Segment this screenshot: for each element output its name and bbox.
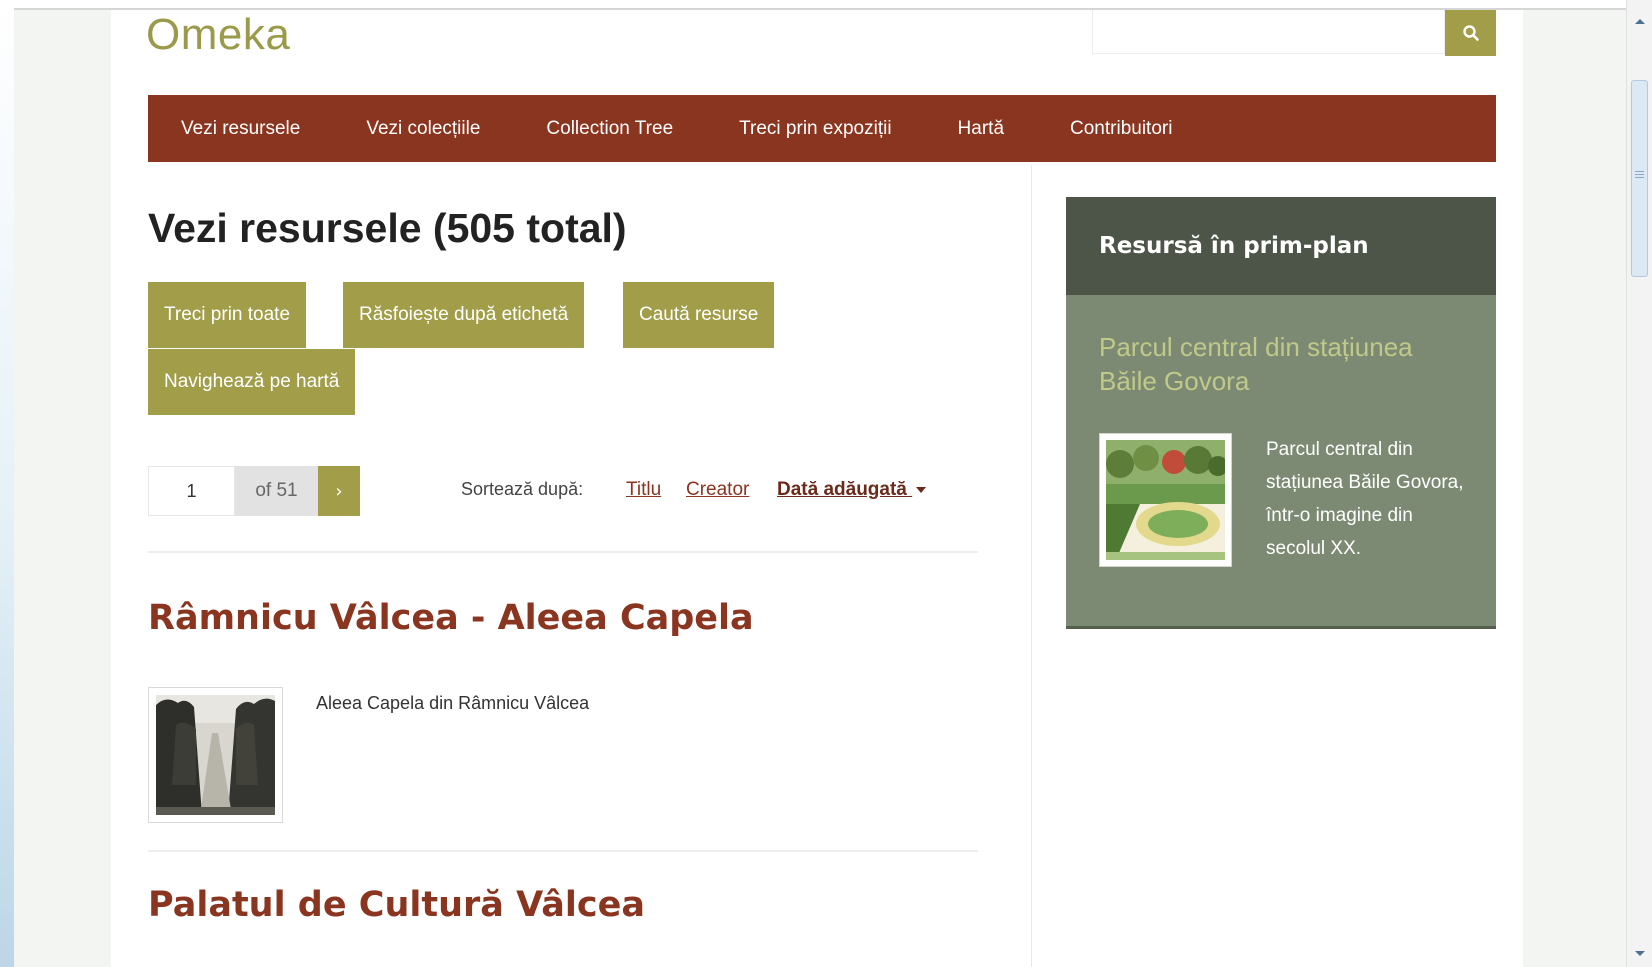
alley-photo-image <box>156 695 275 815</box>
nav-item-browse-collections[interactable]: Vezi colecțiile <box>366 118 480 140</box>
park-postcard-image <box>1106 440 1228 560</box>
item-description: Aleea Capela din Râmnicu Vâlcea <box>316 693 590 713</box>
page-title: Vezi resursele (505 total) <box>148 205 627 251</box>
vertical-scrollbar[interactable] <box>1626 0 1652 967</box>
site-logo[interactable]: Omeka <box>146 10 290 60</box>
sort-by-date-added-link[interactable]: Dată adăugată <box>777 479 927 501</box>
featured-item-thumbnail[interactable] <box>1099 433 1232 567</box>
item-title-link[interactable]: Palatul de Cultură Vâlcea <box>148 885 645 925</box>
nav-item-contributors[interactable]: Contribuitori <box>1070 118 1172 140</box>
main-nav: Vezi resursele Vezi colecțiile Collectio… <box>148 95 1496 162</box>
divider <box>148 551 978 553</box>
featured-item-panel: Resursă în prim-plan Parcul central din … <box>1066 197 1496 629</box>
divider <box>148 850 978 852</box>
search-icon <box>1462 25 1479 41</box>
nav-item-exhibits[interactable]: Treci prin expoziții <box>739 118 891 140</box>
search-button[interactable] <box>1445 10 1496 56</box>
scroll-down-arrow-icon[interactable] <box>1632 947 1648 961</box>
sort-active-label: Dată adăugată <box>777 479 907 500</box>
caret-down-icon <box>916 486 927 493</box>
page-count-label: of 51 <box>235 466 318 516</box>
nav-item-map[interactable]: Hartă <box>958 118 1004 140</box>
browse-map-button[interactable]: Navighează pe hartă <box>148 349 356 415</box>
search-items-button[interactable]: Caută resurse <box>623 282 775 348</box>
item-title-link[interactable]: Râmnicu Vâlcea - Aleea Capela <box>148 598 754 638</box>
scrollbar-thumb[interactable] <box>1631 80 1648 277</box>
scroll-up-arrow-icon[interactable] <box>1632 14 1648 28</box>
chevron-right-icon: › <box>335 480 343 502</box>
column-divider <box>1031 165 1032 967</box>
page-number-value: 1 <box>186 480 197 501</box>
featured-item-heading: Resursă în prim-plan <box>1066 197 1496 295</box>
nav-item-browse-items[interactable]: Vezi resursele <box>181 118 300 140</box>
featured-item-description: Parcul central din stațiunea Băile Govor… <box>1266 439 1464 559</box>
window-left-edge <box>0 0 14 967</box>
browse-all-button[interactable]: Treci prin toate <box>148 282 307 348</box>
sort-label: Sortează după: <box>461 479 584 499</box>
nav-item-collection-tree[interactable]: Collection Tree <box>546 118 673 140</box>
sort-by-title-link[interactable]: Titlu <box>626 479 661 501</box>
page-container: Omeka Vezi resursele Vezi colecțiile Col… <box>111 10 1523 967</box>
browser-top-band <box>0 0 1626 8</box>
next-page-button[interactable]: › <box>318 466 360 516</box>
browse-by-tag-button[interactable]: Răsfoiește după etichetă <box>343 282 585 348</box>
search-input[interactable] <box>1092 10 1445 54</box>
item-thumbnail[interactable] <box>148 687 283 823</box>
featured-item-title-link[interactable]: Parcul central din stațiunea Băile Govor… <box>1099 330 1469 398</box>
sort-by-creator-link[interactable]: Creator <box>686 479 749 501</box>
page-number-input[interactable]: 1 <box>148 466 235 516</box>
browser-viewport: Omeka Vezi resursele Vezi colecțiile Col… <box>14 10 1626 967</box>
